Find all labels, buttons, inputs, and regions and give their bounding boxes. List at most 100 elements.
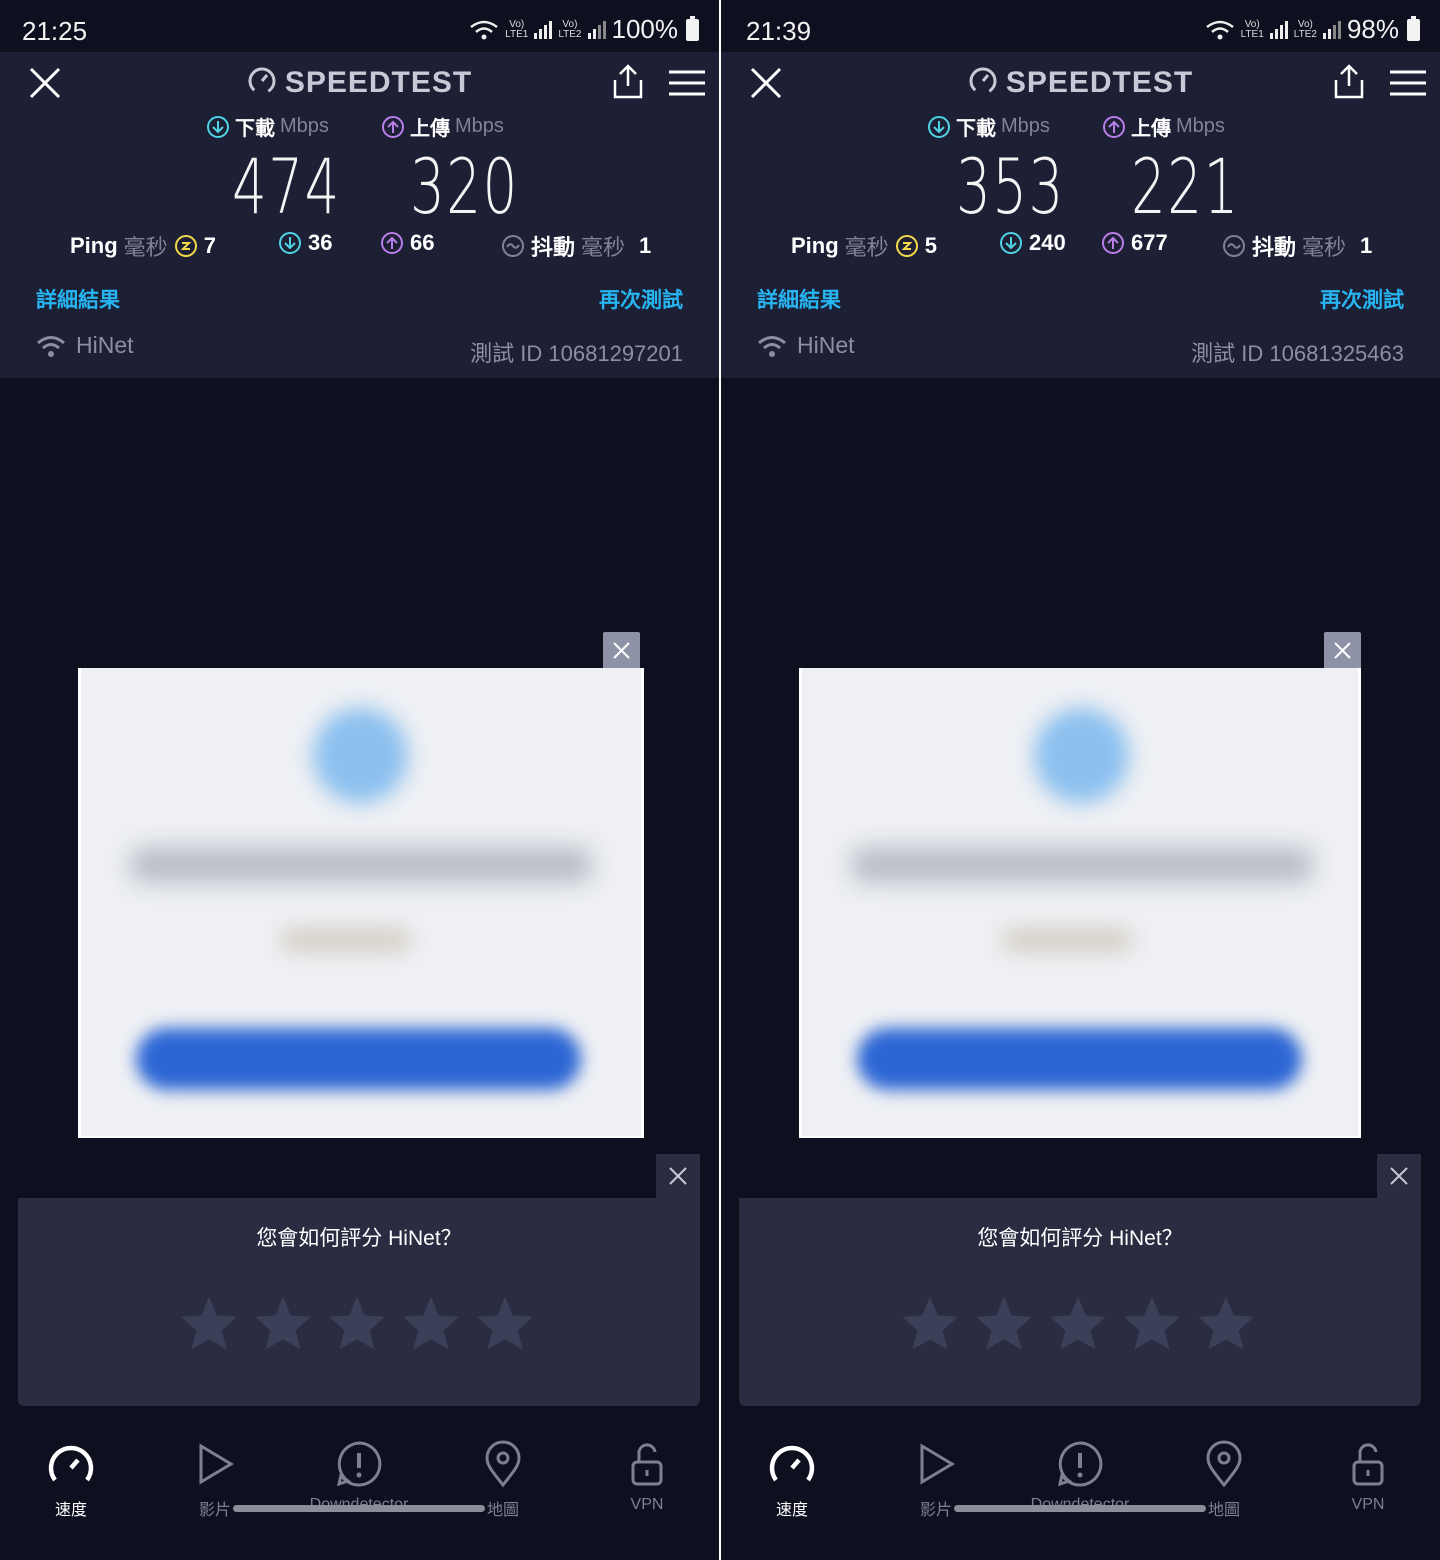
results-panel: SPEEDTEST 下載 Mbps 上傳 Mbps 353 221 Ping 毫… bbox=[721, 52, 1440, 378]
star-icon[interactable] bbox=[899, 1294, 961, 1352]
lte1-icon: Vo) LTE1 bbox=[1240, 18, 1264, 40]
phone-screen-right: 21:39 Vo) LTE1 Vo) LTE2 98% SPEEDTEST 下載 M… bbox=[721, 0, 1440, 1560]
ping-download-group: 240 bbox=[999, 230, 1066, 256]
upload-header: 上傳 Mbps bbox=[381, 112, 504, 141]
battery-icon bbox=[686, 15, 699, 41]
rating-close-button[interactable] bbox=[1377, 1154, 1421, 1198]
tab-downdetector[interactable]: Downdetector bbox=[1010, 1440, 1150, 1514]
rating-close-button[interactable] bbox=[656, 1154, 700, 1198]
menu-icon[interactable] bbox=[1390, 70, 1426, 96]
share-icon[interactable] bbox=[1332, 64, 1366, 100]
ping-upload-value: 677 bbox=[1131, 230, 1168, 255]
ping-lightning-icon bbox=[895, 235, 918, 257]
ping-upload-group: 66 bbox=[380, 230, 434, 256]
ad-banner[interactable] bbox=[799, 668, 1361, 1138]
star-icon[interactable] bbox=[178, 1294, 240, 1352]
rating-card: 您會如何評分 HiNet？ bbox=[18, 1198, 700, 1406]
star-icon[interactable] bbox=[973, 1294, 1035, 1352]
ad-text-blurred bbox=[852, 848, 1312, 882]
lock-icon bbox=[1352, 1443, 1384, 1486]
ping-download-value: 240 bbox=[1029, 230, 1066, 255]
ad-subtext-blurred bbox=[281, 928, 411, 952]
jitter-group: 抖動 毫秒 1 bbox=[501, 230, 651, 262]
play-icon bbox=[920, 1443, 955, 1485]
wifi-signal-icon bbox=[470, 20, 498, 39]
star-icon[interactable] bbox=[400, 1294, 462, 1352]
battery-percent: 98% bbox=[1346, 14, 1399, 44]
ping-lightning-icon bbox=[174, 235, 197, 257]
upload-arrow-icon bbox=[382, 115, 404, 138]
lte1-icon: Vo) LTE1 bbox=[505, 18, 529, 40]
rating-stars bbox=[899, 1294, 1257, 1352]
ad-logo-blurred bbox=[313, 708, 408, 803]
status-icons: Vo) LTE1 Vo) LTE2 100% bbox=[469, 14, 699, 45]
lock-icon bbox=[631, 1443, 663, 1486]
ping-group: Ping 毫秒 7 bbox=[70, 233, 216, 260]
upload-arrow-icon bbox=[1102, 232, 1124, 254]
rating-question: 您會如何評分 HiNet？ bbox=[977, 1227, 1183, 1250]
rating-question: 您會如何評分 HiNet？ bbox=[256, 1227, 462, 1250]
battery-percent: 100% bbox=[611, 14, 679, 44]
close-icon bbox=[1334, 642, 1351, 659]
tab-speed[interactable]: 速度 bbox=[722, 1440, 862, 1520]
alert-icon bbox=[1057, 1441, 1103, 1487]
results-panel: SPEEDTEST 下載 Mbps 上傳 Mbps 474 320 Ping 毫… bbox=[0, 52, 719, 378]
upload-speed-value: 320 bbox=[410, 142, 519, 231]
status-bar: 21:39 Vo) LTE1 Vo) LTE2 98% bbox=[721, 0, 1440, 52]
isp-name: HiNet bbox=[797, 332, 855, 358]
ad-close-button[interactable] bbox=[603, 632, 640, 669]
jitter-value: 1 bbox=[639, 233, 652, 258]
ad-button-blurred bbox=[136, 1028, 581, 1090]
detailed-results-link[interactable]: 詳細結果 bbox=[36, 284, 120, 314]
tab-vpn[interactable]: VPN bbox=[1298, 1440, 1438, 1514]
tab-downdetector[interactable]: Downdetector bbox=[289, 1440, 429, 1514]
ping-upload-value: 66 bbox=[410, 230, 435, 255]
test-again-link[interactable]: 再次測試 bbox=[599, 284, 683, 314]
battery-icon bbox=[1407, 15, 1420, 41]
ping-download-value: 36 bbox=[308, 230, 333, 255]
speedometer-icon bbox=[769, 1445, 815, 1482]
lte2-icon: Vo) LTE2 bbox=[558, 18, 582, 40]
ad-close-button[interactable] bbox=[1324, 632, 1361, 669]
ad-banner[interactable] bbox=[78, 668, 644, 1138]
close-icon bbox=[613, 642, 630, 659]
jitter-value: 1 bbox=[1360, 233, 1373, 258]
download-arrow-icon bbox=[207, 115, 229, 138]
cell-signal-icon bbox=[534, 20, 553, 39]
ping-upload-group: 677 bbox=[1101, 230, 1168, 256]
rating-card: 您會如何評分 HiNet？ bbox=[739, 1198, 1421, 1406]
detailed-results-link[interactable]: 詳細結果 bbox=[757, 284, 841, 314]
jitter-wave-icon bbox=[1223, 235, 1245, 257]
phone-screen-left: 21:25 Vo) LTE1 Vo) LTE2 100% SPEEDTEST 下載 … bbox=[0, 0, 719, 1560]
download-arrow-icon bbox=[1000, 232, 1022, 254]
tab-vpn[interactable]: VPN bbox=[577, 1440, 717, 1514]
share-icon[interactable] bbox=[611, 64, 645, 100]
test-id: 測試 ID 10681297201 bbox=[470, 341, 683, 366]
status-icons: Vo) LTE1 Vo) LTE2 98% bbox=[1205, 14, 1420, 45]
tab-speed[interactable]: 速度 bbox=[1, 1440, 141, 1520]
lte2-icon: Vo) LTE2 bbox=[1293, 18, 1317, 40]
home-indicator[interactable] bbox=[954, 1505, 1206, 1512]
rating-stars bbox=[178, 1294, 536, 1352]
star-icon[interactable] bbox=[1047, 1294, 1109, 1352]
menu-icon[interactable] bbox=[669, 70, 705, 96]
cell-signal-icon bbox=[1322, 20, 1341, 39]
test-again-link[interactable]: 再次測試 bbox=[1320, 284, 1404, 314]
wifi-signal-icon bbox=[1205, 20, 1234, 39]
map-pin-icon bbox=[1206, 1440, 1242, 1488]
star-icon[interactable] bbox=[1195, 1294, 1257, 1352]
star-icon[interactable] bbox=[1121, 1294, 1183, 1352]
close-icon bbox=[1390, 1167, 1408, 1185]
star-icon[interactable] bbox=[252, 1294, 314, 1352]
star-icon[interactable] bbox=[326, 1294, 388, 1352]
speedometer-icon bbox=[48, 1445, 94, 1482]
home-indicator[interactable] bbox=[233, 1505, 485, 1512]
star-icon[interactable] bbox=[474, 1294, 536, 1352]
play-icon bbox=[199, 1443, 234, 1485]
gauge-logo-icon bbox=[969, 67, 997, 95]
wifi-icon bbox=[37, 335, 65, 357]
ping-download-group: 36 bbox=[278, 230, 332, 256]
bottom-tab-bar: 速度 影片 Downdetector 地圖 VPN bbox=[721, 1420, 1440, 1530]
download-speed-value: 474 bbox=[232, 142, 341, 231]
close-icon bbox=[669, 1167, 687, 1185]
